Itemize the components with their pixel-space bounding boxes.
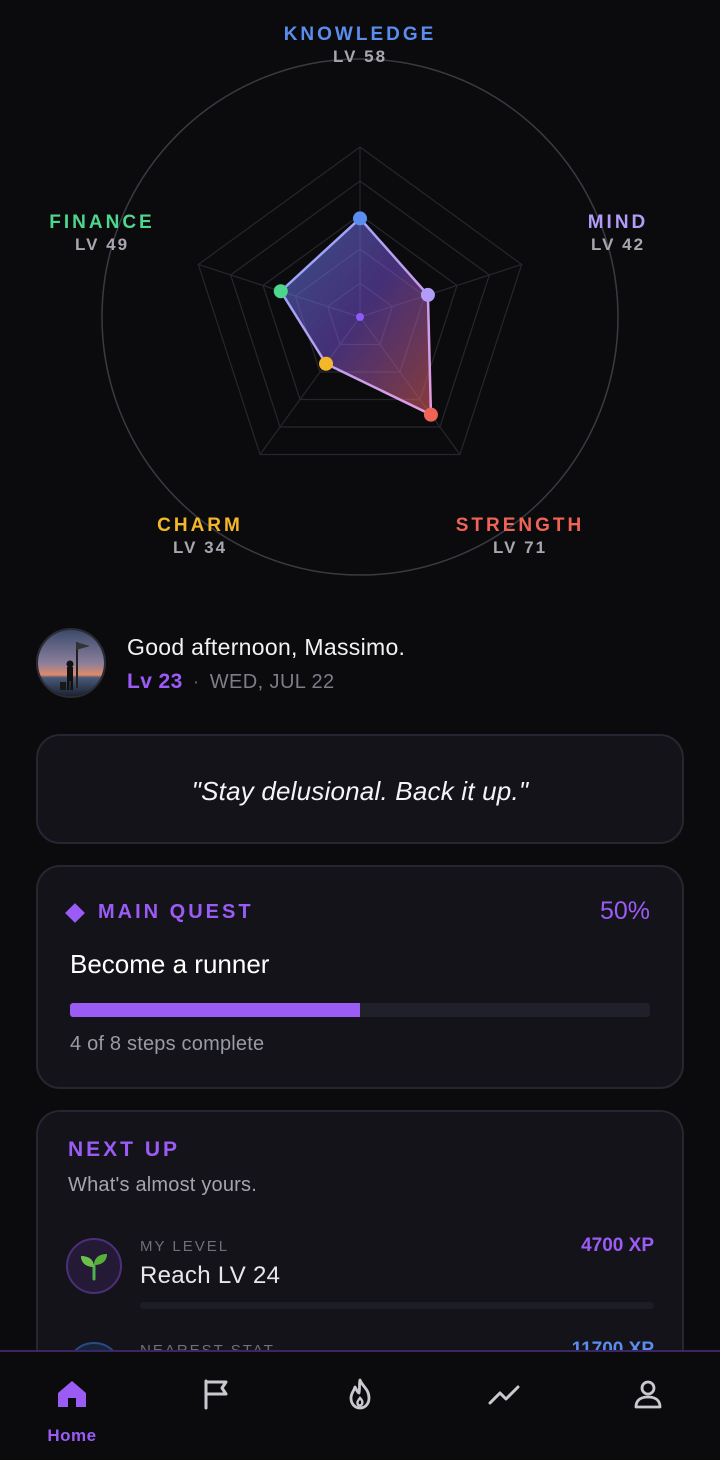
quote-card: "Stay delusional. Back it up." xyxy=(36,734,684,844)
axis-label-knowledge: KNOWLEDGE LV 58 xyxy=(260,24,460,67)
greeting-text: Good afternoon, Massimo. xyxy=(127,634,406,660)
axis-name: STRENGTH xyxy=(455,515,585,536)
bottom-nav: Home xyxy=(0,1350,720,1460)
nav-item-profile[interactable] xyxy=(576,1352,720,1460)
greeting-row: Good afternoon, Massimo. Lv 23 · WED, JUL … xyxy=(36,628,684,700)
axis-level: LV 42 xyxy=(590,235,646,254)
axis-level: LV 34 xyxy=(172,538,228,557)
nav-label-home: Home xyxy=(47,1426,97,1445)
axis-level: LV 58 xyxy=(332,47,388,66)
radar-data-area xyxy=(279,217,433,416)
nav-item-quests[interactable] xyxy=(144,1352,288,1460)
greeting-meta: Lv 23 · WED, JUL 22 xyxy=(127,670,335,694)
main-quest-progress-fill xyxy=(70,1003,360,1017)
axis-label-charm: CHARM LV 34 xyxy=(100,515,300,558)
axis-name: MIND xyxy=(587,212,649,233)
axis-level: LV 49 xyxy=(74,235,130,254)
nav-item-progress[interactable] xyxy=(432,1352,576,1460)
next-up-title: Reach LV 24 xyxy=(140,1262,281,1289)
radar-point-mind xyxy=(420,287,435,302)
main-quest-steps: 4 of 8 steps complete xyxy=(70,1033,265,1055)
stats-radar: KNOWLEDGE LV 58 MIND LV 42 STRENGTH LV 7… xyxy=(0,0,720,600)
home-icon xyxy=(58,1381,86,1407)
main-quest-card[interactable]: MAIN QUEST 50% Become a runner 4 of 8 st… xyxy=(36,865,684,1089)
trend-icon xyxy=(488,1385,520,1405)
flame-icon xyxy=(349,1378,371,1410)
axis-level: LV 71 xyxy=(492,538,548,557)
axis-name: CHARM xyxy=(157,515,243,536)
next-up-progress-bar xyxy=(140,1302,654,1309)
axis-name: FINANCE xyxy=(49,212,155,233)
next-up-xp: 4700 XP xyxy=(581,1235,654,1256)
main-quest-header: MAIN QUEST xyxy=(65,901,254,924)
next-up-kicker: MY LEVEL xyxy=(140,1238,230,1255)
nav-item-home[interactable]: Home xyxy=(0,1352,144,1460)
radar-center-dot xyxy=(356,313,364,321)
nav-item-streaks[interactable] xyxy=(288,1352,432,1460)
radar-point-charm xyxy=(319,356,334,371)
axis-label-finance: FINANCE LV 49 xyxy=(2,212,202,255)
radar-point-finance xyxy=(273,284,288,299)
avatar[interactable] xyxy=(36,628,106,698)
diamond-icon xyxy=(65,902,85,923)
quote-text: "Stay delusional. Back it up." xyxy=(191,776,529,806)
profile-icon xyxy=(634,1380,662,1409)
flag-icon xyxy=(204,1379,228,1410)
next-up-label: NEXT UP xyxy=(68,1138,181,1161)
next-up-subtitle: What's almost yours. xyxy=(68,1174,257,1196)
radar-point-knowledge xyxy=(353,211,367,226)
axis-name: KNOWLEDGE xyxy=(283,24,437,45)
separator: · xyxy=(192,671,200,693)
user-level: Lv 23 xyxy=(127,670,183,693)
main-quest-progress-bar xyxy=(70,1003,650,1017)
radar-point-strength xyxy=(423,407,438,422)
axis-label-strength: STRENGTH LV 71 xyxy=(420,515,620,558)
seedling-icon xyxy=(66,1238,122,1294)
main-quest-title: Become a runner xyxy=(70,949,270,979)
radar-chart xyxy=(101,58,619,576)
main-quest-label: MAIN QUEST xyxy=(98,901,254,923)
axis-label-mind: MIND LV 42 xyxy=(518,212,718,255)
next-up-item[interactable]: MY LEVEL Reach LV 24 4700 XP xyxy=(66,1235,654,1318)
current-date: WED, JUL 22 xyxy=(209,671,335,693)
main-quest-percent: 50% xyxy=(599,897,650,925)
